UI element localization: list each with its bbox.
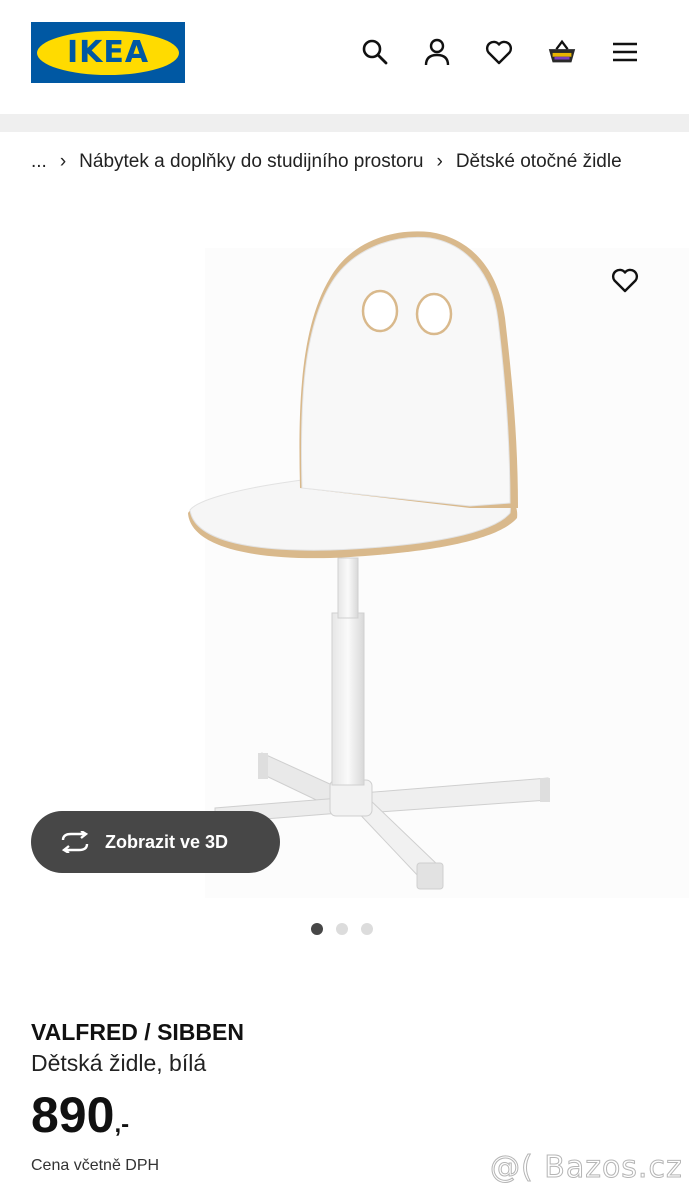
gallery-pagination: [311, 923, 373, 935]
breadcrumb-separator-icon: ›: [436, 151, 443, 172]
watermark: @( Bazos.cz: [490, 1150, 683, 1186]
pagination-dot[interactable]: [311, 923, 323, 935]
breadcrumb-separator-icon: ›: [59, 151, 67, 172]
account-icon[interactable]: [421, 36, 453, 68]
logo-ellipse: IKEA: [37, 30, 179, 75]
rotate-3d-icon: [59, 831, 91, 853]
price-note: Cena včetně DPH: [31, 1157, 160, 1174]
product-description: Dětská židle, bílá: [31, 1050, 207, 1076]
view-in-3d-button[interactable]: Zobrazit ve 3D: [31, 811, 280, 873]
heart-icon[interactable]: [483, 36, 515, 68]
pagination-dot[interactable]: [361, 923, 373, 935]
price-value: 890: [31, 1087, 115, 1143]
menu-icon[interactable]: [609, 36, 641, 68]
view-in-3d-label: Zobrazit ve 3D: [105, 831, 229, 852]
breadcrumb-ellipsis[interactable]: ...: [31, 151, 47, 173]
search-icon[interactable]: [359, 36, 391, 68]
favorite-button[interactable]: [604, 259, 646, 301]
pagination-dot[interactable]: [336, 923, 348, 935]
breadcrumb: ... › Nábytek a doplňky do studijního pr…: [31, 151, 622, 173]
basket-icon[interactable]: [546, 36, 578, 68]
site-header: IKEA: [0, 0, 689, 114]
product-name: VALFRED / SIBBEN: [31, 1019, 244, 1045]
breadcrumb-link-study-furniture[interactable]: Nábytek a doplňky do studijního prostoru: [79, 151, 423, 173]
ikea-logo[interactable]: IKEA: [31, 22, 185, 83]
breadcrumb-link-children-chairs[interactable]: Dětské otočné židle: [456, 151, 622, 173]
heart-icon: [611, 268, 639, 293]
product-price: 890,-: [31, 1090, 129, 1140]
price-suffix: ,-: [114, 1111, 130, 1138]
header-divider-band: [0, 114, 689, 132]
logo-text: IKEA: [66, 35, 150, 70]
